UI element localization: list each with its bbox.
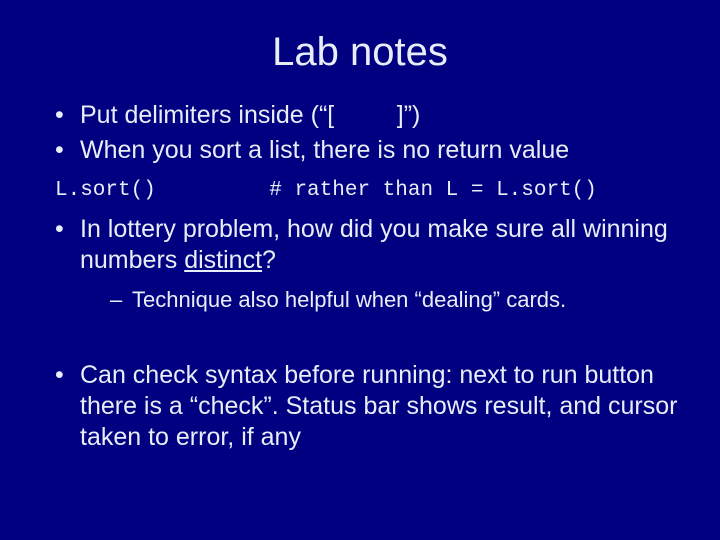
bullet-3: In lottery problem, how did you make sur… — [55, 214, 680, 314]
sub-bullet-1: Technique also helpful when “dealing” ca… — [110, 286, 680, 314]
bullet-3-text-a: In lottery problem, how did you make sur… — [80, 215, 668, 274]
slide-title: Lab notes — [30, 30, 690, 75]
bullet-list-3: Can check syntax before running: next to… — [30, 360, 690, 454]
bullet-list: Put delimiters inside (“[ ]”) When you s… — [30, 100, 690, 167]
bullet-list-2: In lottery problem, how did you make sur… — [30, 214, 690, 314]
spacer — [30, 332, 690, 360]
sub-bullet-list: Technique also helpful when “dealing” ca… — [80, 286, 680, 314]
slide: Lab notes Put delimiters inside (“[ ]”) … — [0, 0, 720, 540]
bullet-4: Can check syntax before running: next to… — [55, 360, 680, 454]
bullet-2: When you sort a list, there is no return… — [55, 135, 680, 166]
bullet-3-underlined: distinct — [184, 246, 262, 274]
bullet-3-text-b: ? — [262, 246, 276, 274]
code-line: L.sort() # rather than L = L.sort() — [55, 179, 690, 202]
bullet-1: Put delimiters inside (“[ ]”) — [55, 100, 680, 131]
